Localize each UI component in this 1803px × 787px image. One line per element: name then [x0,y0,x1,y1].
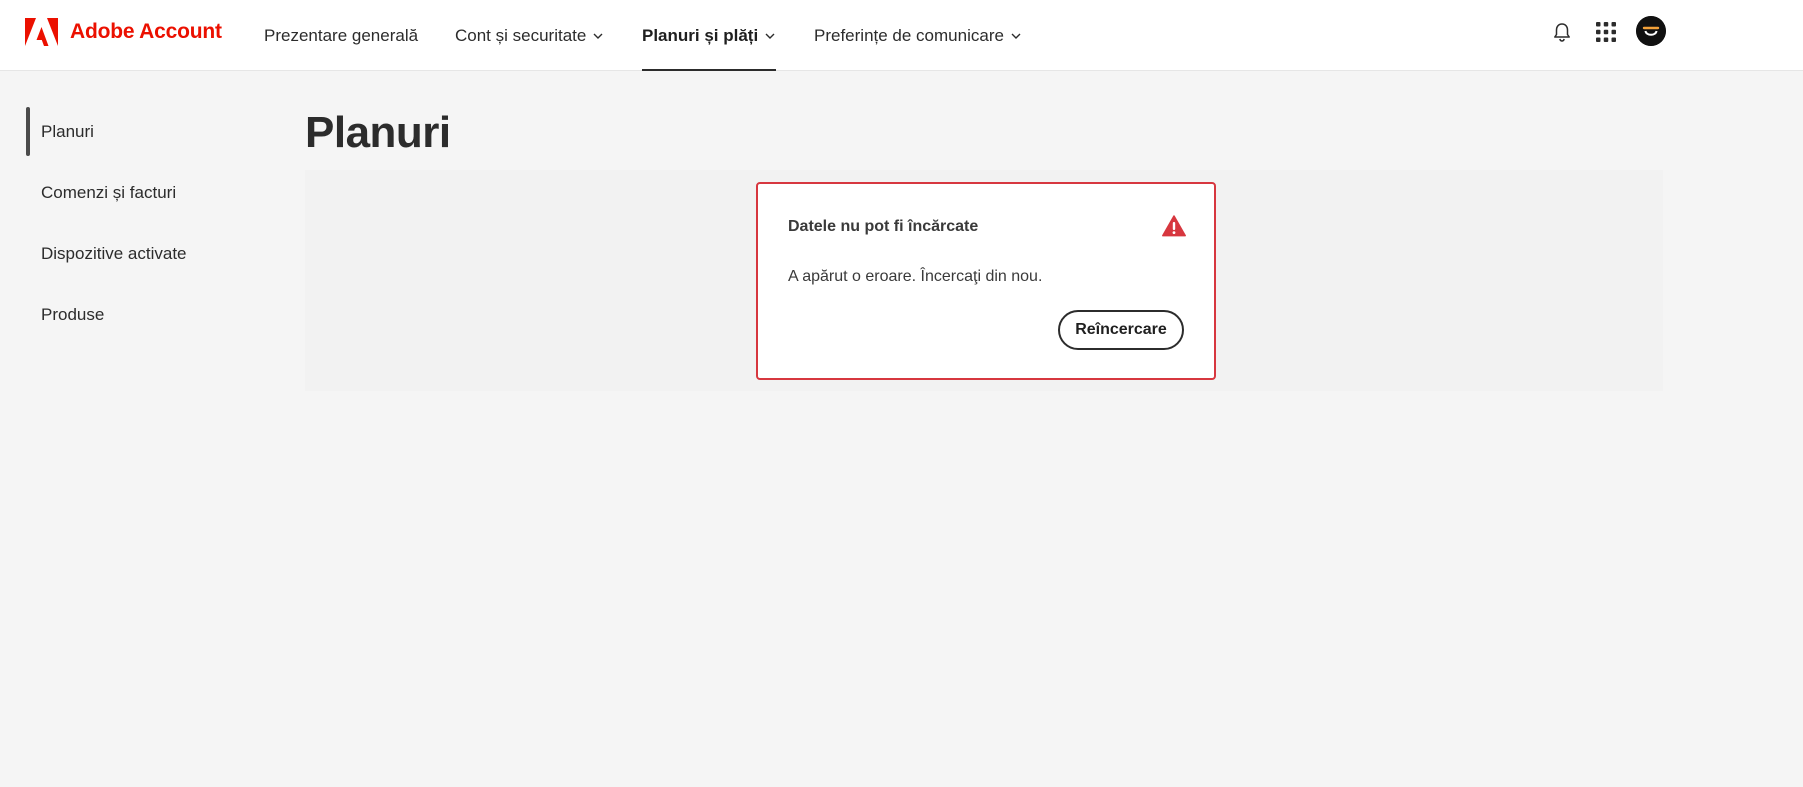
adobe-logo-icon [25,18,58,46]
sidebar-item-label: Comenzi și facturi [41,182,177,202]
nav-overview-label: Prezentare generală [264,25,419,45]
sidebar-item-plans[interactable]: Planuri [26,101,246,162]
retry-button[interactable]: Reîncercare [1058,310,1184,350]
sidebar-item-label: Produse [41,304,105,324]
nav-communication-preferences[interactable]: Preferințe de comunicare [814,0,1022,71]
sidebar-item-label: Dispozitive activate [41,243,187,263]
error-title: Datele nu pot fi încărcate [788,218,979,235]
sidebar-item-activated-devices[interactable]: Dispozitive activate [26,223,246,284]
nav-plans-payments[interactable]: Planuri și plăți [642,0,777,71]
nav-overview[interactable]: Prezentare generală [264,0,418,71]
avatar-image [1636,16,1666,46]
sidebar-item-orders-invoices[interactable]: Comenzi și facturi [26,162,246,223]
chevron-down-icon [765,33,775,39]
notifications-button[interactable] [1548,18,1576,46]
error-message: A apărut o eroare. Încercaţi din nou. [788,268,1043,285]
apps-grid-icon [1596,22,1616,42]
nav-communication-preferences-label: Preferințe de comunicare [814,25,1004,45]
brand-link[interactable]: Adobe Account [25,17,222,47]
error-card: Datele nu pot fi încărcate A apărut o er… [756,182,1216,380]
brand-name: Adobe Account [70,20,222,43]
page-title: Planuri [305,108,451,157]
nav-plans-payments-label: Planuri și plăți [642,25,759,45]
alert-triangle-icon [1162,215,1186,237]
bell-icon [1554,23,1570,42]
sidebar: Planuri Comenzi și facturi Dispozitive a… [26,101,246,345]
top-navigation: Adobe Account Prezentare generală Cont ș… [0,0,1803,71]
avatar[interactable] [1636,16,1666,46]
chevron-down-icon [593,33,603,39]
apps-button[interactable] [1592,18,1620,46]
nav-account-security[interactable]: Cont și securitate [455,0,604,71]
chevron-down-icon [1011,33,1021,39]
sidebar-item-products[interactable]: Produse [26,284,246,345]
nav-account-security-label: Cont și securitate [455,25,587,45]
sidebar-item-label: Planuri [41,121,94,141]
